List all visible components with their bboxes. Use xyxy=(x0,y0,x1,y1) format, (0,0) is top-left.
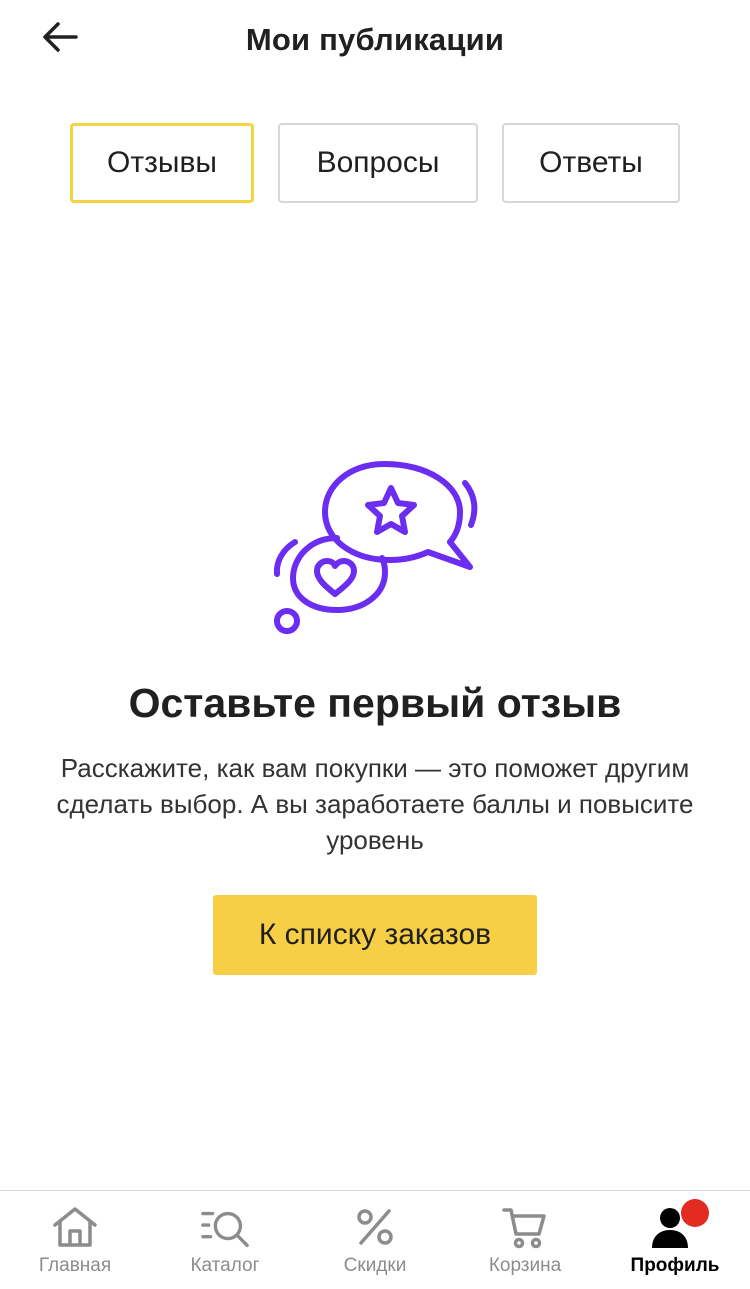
percent-icon xyxy=(349,1203,401,1251)
nav-label-discounts: Скидки xyxy=(343,1255,407,1276)
empty-state-description: Расскажите, как вам покупки — это поможе… xyxy=(56,753,694,855)
chat-bubbles-star-heart-icon xyxy=(265,450,485,640)
nav-label-profile: Профиль xyxy=(630,1255,720,1276)
tab-bar: Отзывы Вопросы Ответы xyxy=(0,123,750,203)
nav-item-cart[interactable]: Корзина xyxy=(450,1191,600,1289)
header: Мои публикации xyxy=(0,0,750,82)
cart-icon xyxy=(499,1203,551,1251)
nav-item-home[interactable]: Главная xyxy=(0,1191,150,1289)
bottom-nav: Главная Каталог Скидки Корзина Профиль xyxy=(0,1190,750,1289)
nav-label-home: Главная xyxy=(38,1255,112,1276)
orders-list-button[interactable]: К списку заказов xyxy=(213,895,537,975)
tab-reviews[interactable]: Отзывы xyxy=(70,123,254,203)
profile-icon xyxy=(649,1199,709,1251)
tab-questions[interactable]: Вопросы xyxy=(278,123,478,203)
nav-item-discounts[interactable]: Скидки xyxy=(300,1191,450,1289)
empty-state-title: Оставьте первый отзыв xyxy=(128,680,622,726)
nav-item-catalog[interactable]: Каталог xyxy=(150,1191,300,1289)
home-icon xyxy=(49,1203,101,1251)
publications-screen: Мои публикации Отзывы Вопросы Ответы Ост… xyxy=(0,0,750,1289)
notification-badge xyxy=(681,1199,709,1227)
catalog-search-icon xyxy=(199,1203,251,1251)
nav-label-cart: Корзина xyxy=(488,1255,562,1276)
nav-item-profile[interactable]: Профиль xyxy=(600,1191,750,1289)
page-title: Мои публикации xyxy=(245,22,505,57)
tab-answers[interactable]: Ответы xyxy=(502,123,680,203)
nav-label-catalog: Каталог xyxy=(190,1255,260,1276)
